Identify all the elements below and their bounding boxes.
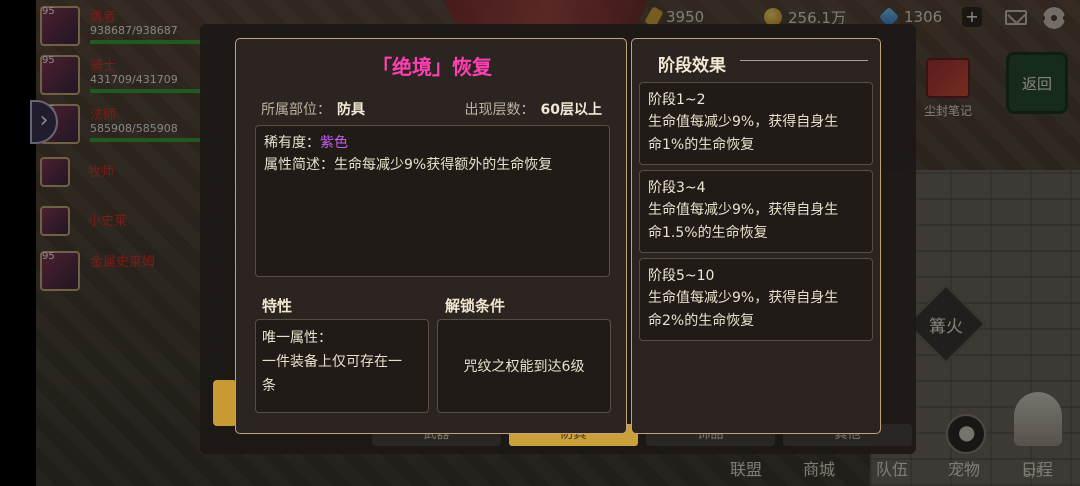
trait-heading: 特性 — [262, 297, 293, 315]
stage-desc: 命1.5%的生命恢复 — [648, 225, 768, 241]
floor-label: 出现层数： — [464, 102, 535, 118]
slot-info: 所属部位： 防具 — [261, 99, 365, 119]
stage-name: 阶段5~10 — [648, 268, 715, 284]
unlock-condition: 咒纹之权能到达6级 — [463, 359, 585, 375]
description-box: 稀有度：紫色 属性简述：生命每减少9%获得额外的生命恢复 — [255, 125, 610, 277]
stage-effects-panel: 阶段效果 阶段1~2 生命值每减少9%，获得自身生 命1%的生命恢复 阶段3~4… — [631, 38, 881, 434]
floor-info: 出现层数： 60层以上 — [465, 99, 602, 119]
stage-desc: 生命值每减少9%，获得自身生 — [648, 202, 839, 218]
stage-desc: 生命值每减少9%，获得自身生 — [648, 290, 839, 306]
trait-line: 一件装备上仅可存在一 — [262, 354, 402, 370]
side-tab-marker — [213, 380, 237, 426]
rarity-label: 稀有度： — [264, 135, 320, 151]
stage-card: 阶段3~4 生命值每减少9%，获得自身生 命1.5%的生命恢复 — [639, 170, 873, 253]
item-title: 「绝境」恢复 — [372, 55, 492, 79]
item-detail-panel: 「绝境」恢复 所属部位： 防具 出现层数： 60层以上 稀有度：紫色 属性简述：生命… — [235, 38, 627, 434]
stage-desc: 命2%的生命恢复 — [648, 313, 755, 329]
unlock-box: 咒纹之权能到达6级 — [437, 319, 611, 413]
stage-effects-title: 阶段效果 — [658, 56, 726, 76]
floor-value: 60层以上 — [540, 102, 602, 118]
stage-name: 阶段3~4 — [648, 180, 706, 196]
unlock-heading: 解锁条件 — [445, 297, 506, 315]
trait-line: 唯一属性： — [262, 330, 332, 346]
rarity-value: 紫色 — [320, 135, 348, 151]
stage-desc: 生命值每减少9%，获得自身生 — [648, 114, 839, 130]
attribute-summary: 属性简述：生命每减少9%获得额外的生命恢复 — [264, 157, 553, 173]
slot-label: 所属部位： — [261, 102, 331, 118]
trait-line: 条 — [262, 378, 276, 394]
title-divider — [740, 60, 868, 61]
stage-card: 阶段5~10 生命值每减少9%，获得自身生 命2%的生命恢复 — [639, 258, 873, 341]
stage-name: 阶段1~2 — [648, 92, 706, 108]
trait-box: 唯一属性： 一件装备上仅可存在一 条 — [255, 319, 429, 413]
rarity-line: 稀有度：紫色 — [264, 132, 601, 154]
slot-value: 防具 — [337, 102, 365, 118]
stage-desc: 命1%的生命恢复 — [648, 137, 755, 153]
stage-card: 阶段1~2 生命值每减少9%，获得自身生 命1%的生命恢复 — [639, 82, 873, 165]
